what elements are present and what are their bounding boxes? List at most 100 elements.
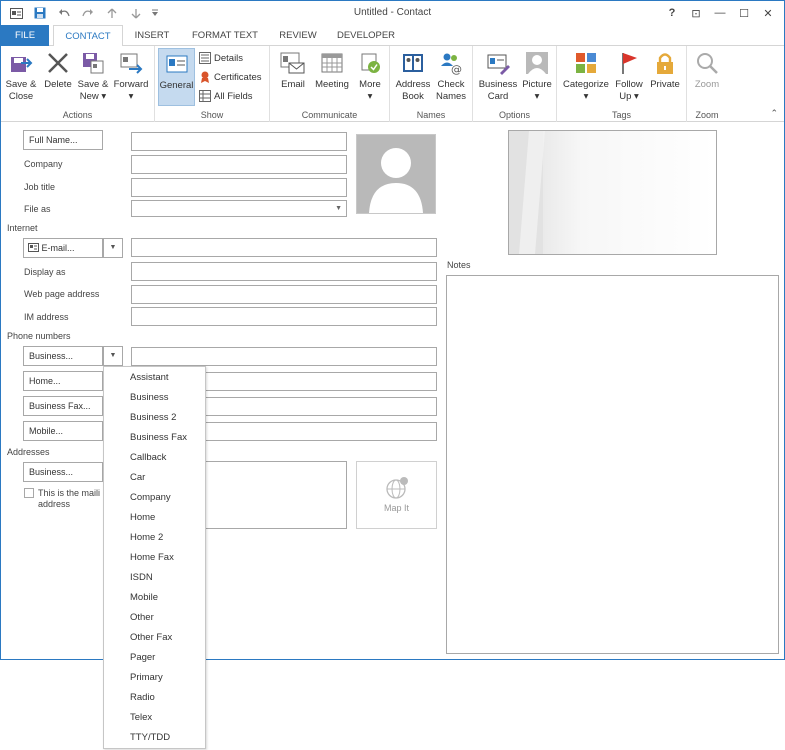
dropdown-item-home[interactable]: Home (130, 508, 155, 528)
magnifier-icon (694, 50, 720, 76)
check-names-button[interactable]: @ Check Names (432, 50, 470, 103)
save-close-button[interactable]: Save & Close (3, 50, 39, 103)
dropdown-item-assistant[interactable]: Assistant (130, 368, 169, 388)
file-as-select[interactable]: ▼ (131, 200, 347, 217)
window-controls: ? ⊡ — ☐ ✕ (660, 3, 780, 23)
maximize-button[interactable]: ☐ (732, 3, 756, 23)
dropdown-item-business-fax[interactable]: Business Fax (130, 428, 187, 448)
full-name-input[interactable] (131, 132, 347, 151)
tab-insert[interactable]: INSERT (127, 25, 177, 46)
collapse-ribbon-icon[interactable]: ⌃ (770, 108, 778, 119)
address-book-button[interactable]: Address Book (394, 50, 432, 103)
dropdown-item-company[interactable]: Company (130, 488, 171, 508)
meeting-button[interactable]: Meeting (312, 50, 352, 91)
business-card-icon (485, 50, 511, 76)
mailing-address-checkbox[interactable] (24, 488, 34, 498)
zoom-button[interactable]: Zoom (690, 50, 724, 91)
tab-review[interactable]: REVIEW (273, 25, 323, 46)
full-name-button[interactable]: Full Name... (23, 130, 103, 150)
business-card-preview[interactable] (508, 130, 717, 255)
all-fields-button[interactable]: All Fields (199, 88, 253, 104)
dropdown-item-tty-tdd[interactable]: TTY/TDD (130, 728, 170, 748)
group-communicate: Email Meeting More ▾ Communicate (270, 46, 390, 122)
dropdown-item-pager[interactable]: Pager (130, 648, 155, 668)
tab-contact[interactable]: CONTACT (53, 25, 123, 47)
business-phone-type-arrow[interactable]: ▼ (103, 346, 123, 366)
dropdown-item-telex[interactable]: Telex (130, 708, 152, 728)
private-button[interactable]: Private (647, 50, 683, 91)
map-it-button[interactable]: Map It (356, 461, 437, 529)
more-communicate-icon (357, 50, 383, 76)
dropdown-item-mobile[interactable]: Mobile (130, 588, 158, 608)
display-as-input[interactable] (131, 262, 437, 281)
home-phone-button[interactable]: Home... (23, 371, 103, 391)
minimize-button[interactable]: — (708, 3, 732, 23)
business-card-label-2: Card (487, 91, 509, 102)
email-button-label: E-mail... (41, 243, 75, 253)
details-button[interactable]: Details (199, 50, 243, 66)
dropdown-item-isdn[interactable]: ISDN (130, 568, 153, 588)
picture-button[interactable]: Picture ▾ (519, 50, 555, 103)
company-label: Company (24, 159, 63, 169)
categorize-label-2: ▾ (583, 91, 589, 102)
notes-textarea[interactable] (446, 275, 779, 654)
group-show: General Details Certificates All Fields … (155, 46, 270, 122)
title-bar: Untitled - Contact ? ⊡ — ☐ ✕ (1, 1, 784, 25)
business-card-button[interactable]: Business Card (477, 50, 519, 103)
company-input[interactable] (131, 155, 347, 174)
business-phone-input[interactable] (131, 347, 437, 366)
all-fields-label: All Fields (214, 90, 253, 102)
dropdown-item-primary[interactable]: Primary (130, 668, 163, 688)
more-label-1: More (359, 79, 381, 90)
dropdown-item-car[interactable]: Car (130, 468, 145, 488)
web-page-input[interactable] (131, 285, 437, 304)
tab-format-text[interactable]: FORMAT TEXT (181, 25, 269, 46)
mobile-phone-button[interactable]: Mobile... (23, 421, 103, 441)
tab-developer[interactable]: DEVELOPER (327, 25, 405, 46)
mailing-address-label-1: This is the maili (38, 488, 101, 498)
more-button[interactable]: More ▾ (354, 50, 386, 103)
email-dropdown-button[interactable]: E-mail... (23, 238, 103, 258)
dropdown-item-radio[interactable]: Radio (130, 688, 155, 708)
dropdown-item-business[interactable]: Business (130, 388, 169, 408)
dropdown-item-home-fax[interactable]: Home Fax (130, 548, 174, 568)
job-title-input[interactable] (131, 178, 347, 197)
delete-button[interactable]: Delete (41, 50, 75, 91)
forward-button[interactable]: Forward ▾ (111, 50, 151, 103)
address-book-label-2: Book (402, 91, 424, 102)
dropdown-item-business-2[interactable]: Business 2 (130, 408, 176, 428)
categorize-button[interactable]: Categorize ▾ (560, 50, 612, 103)
email-input[interactable] (131, 238, 437, 257)
business-address-button[interactable]: Business... (23, 462, 103, 482)
email-button[interactable]: Email (276, 50, 310, 91)
group-show-label: Show (200, 110, 224, 120)
general-button[interactable]: General (158, 48, 195, 106)
dropdown-item-other-fax[interactable]: Other Fax (130, 628, 172, 648)
im-address-input[interactable] (131, 307, 437, 326)
forward-icon (118, 50, 144, 76)
save-new-button[interactable]: Save & New ▾ (75, 50, 111, 103)
categorize-label-1: Categorize (563, 79, 609, 90)
categorize-grid-icon (573, 50, 599, 76)
picture-label-2: ▾ (534, 91, 540, 102)
follow-up-button[interactable]: Follow Up ▾ (613, 50, 645, 103)
calendar-icon (319, 50, 345, 76)
email-type-arrow[interactable]: ▼ (103, 238, 123, 258)
ribbon-display-options-icon[interactable]: ⊡ (684, 3, 708, 23)
business-fax-button[interactable]: Business Fax... (23, 396, 103, 416)
private-label: Private (650, 79, 680, 90)
dropdown-item-callback[interactable]: Callback (130, 448, 166, 468)
close-button[interactable]: ✕ (756, 3, 780, 23)
dropdown-item-home-2[interactable]: Home 2 (130, 528, 163, 548)
general-card-icon (164, 51, 190, 77)
mailing-address-label-2: address (38, 499, 71, 509)
tab-file[interactable]: FILE (1, 25, 49, 46)
group-tags-label: Tags (611, 110, 631, 120)
save-close-label-2: Close (8, 91, 34, 102)
certificates-label: Certificates (214, 71, 262, 83)
business-phone-button[interactable]: Business... (23, 346, 103, 366)
dropdown-item-other[interactable]: Other (130, 608, 154, 628)
certificates-button[interactable]: Certificates (199, 69, 262, 85)
help-button[interactable]: ? (660, 3, 684, 23)
contact-photo[interactable] (356, 134, 436, 214)
